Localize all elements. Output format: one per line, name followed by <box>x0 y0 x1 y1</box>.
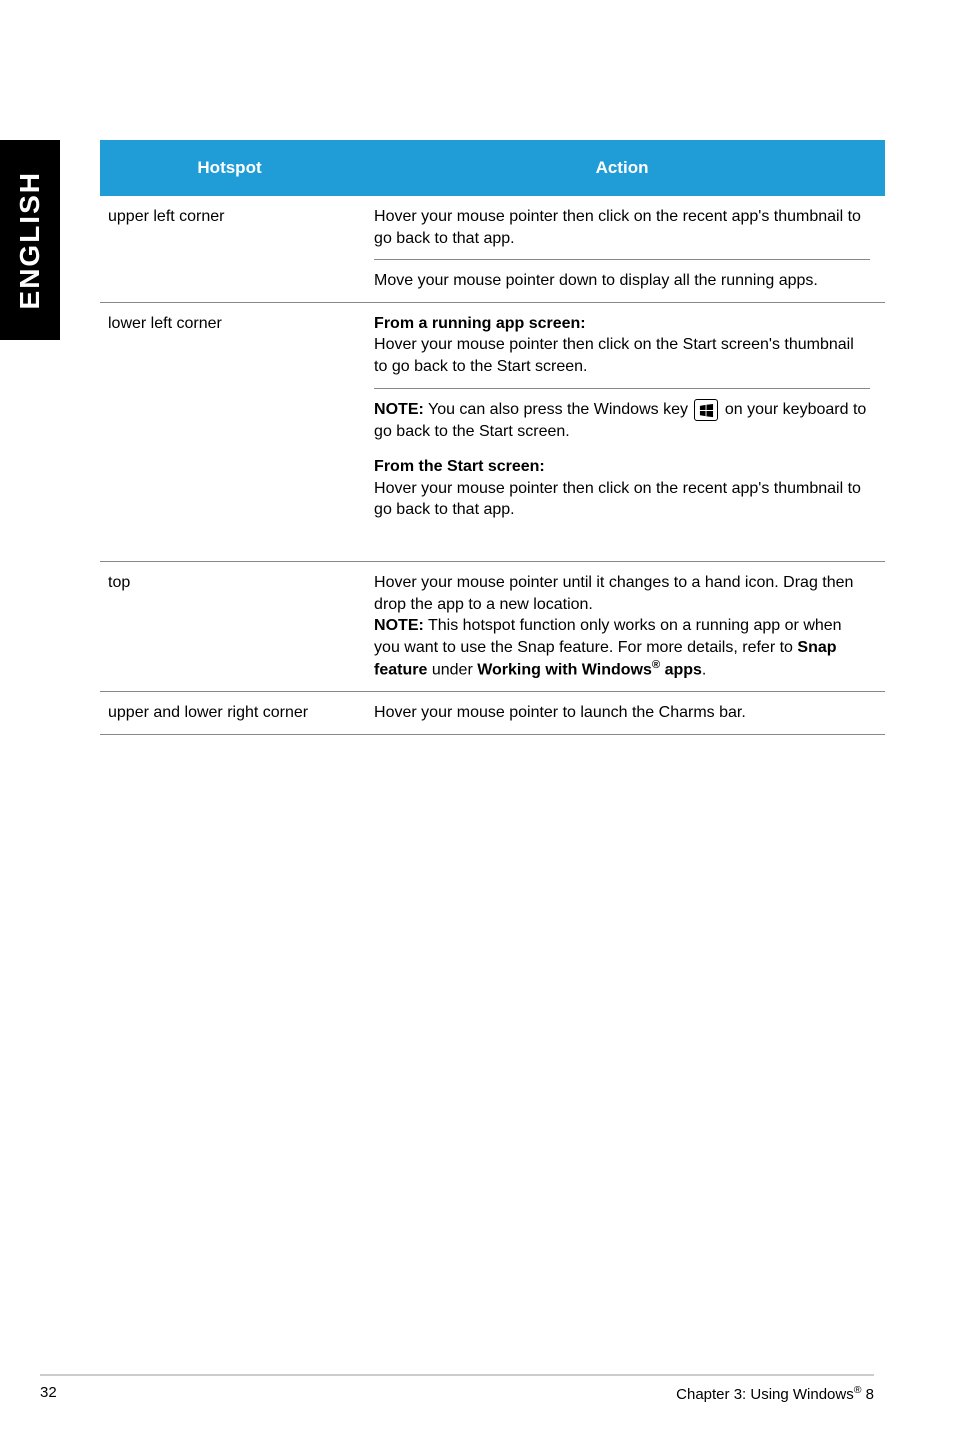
note-label: NOTE: <box>374 617 424 634</box>
action-heading: From the Start screen: <box>374 456 870 478</box>
action-upper-left: Hover your mouse pointer then click on t… <box>359 196 885 302</box>
action-text: Hover your mouse pointer then click on t… <box>374 334 870 377</box>
table-row: top Hover your mouse pointer until it ch… <box>100 561 885 691</box>
action-text: Hover your mouse pointer until it change… <box>374 572 870 615</box>
header-action: Action <box>359 140 885 196</box>
hotspot-upper-lower-right: upper and lower right corner <box>100 692 359 735</box>
action-lower-left: From a running app screen: Hover your mo… <box>359 302 885 561</box>
hotspot-upper-left: upper left corner <box>100 196 359 302</box>
chapter-label: Chapter 3: Using Windows® 8 <box>676 1384 874 1403</box>
mid-text: under <box>427 662 477 679</box>
main-content: Hotspot Action upper left corner Hover y… <box>100 140 885 735</box>
action-text: Move your mouse pointer down to display … <box>374 270 870 292</box>
table-row: upper left corner Hover your mouse point… <box>100 196 885 302</box>
action-block: From the Start screen: Hover your mouse … <box>374 456 870 551</box>
action-block: From a running app screen: Hover your mo… <box>374 313 870 389</box>
bold-text: apps <box>660 662 702 679</box>
action-text: Hover your mouse pointer then click on t… <box>374 206 870 260</box>
hotspot-table: Hotspot Action upper left corner Hover y… <box>100 140 885 735</box>
sup-text: ® <box>652 659 660 671</box>
language-label: ENGLISH <box>14 171 46 309</box>
action-upper-lower-right: Hover your mouse pointer to launch the C… <box>359 692 885 735</box>
action-top: Hover your mouse pointer until it change… <box>359 561 885 691</box>
table-row: lower left corner From a running app scr… <box>100 302 885 561</box>
page-footer: 32 Chapter 3: Using Windows® 8 <box>40 1374 874 1403</box>
action-note: NOTE: This hotspot function only works o… <box>374 615 870 681</box>
hotspot-top: top <box>100 561 359 691</box>
page-number: 32 <box>40 1384 57 1403</box>
note-label: NOTE: <box>374 401 424 418</box>
note-pre: You can also press the Windows key <box>424 401 693 418</box>
end-text: . <box>702 662 706 679</box>
header-hotspot: Hotspot <box>100 140 359 196</box>
table-row: upper and lower right corner Hover your … <box>100 692 885 735</box>
action-heading: From a running app screen: <box>374 313 870 335</box>
bold-text: Working with Windows <box>477 662 652 679</box>
action-text: Hover your mouse pointer then click on t… <box>374 478 870 521</box>
hotspot-lower-left: lower left corner <box>100 302 359 561</box>
note-text: This hotspot function only works on a ru… <box>374 617 842 656</box>
language-tab: ENGLISH <box>0 140 60 340</box>
windows-key-icon <box>694 399 718 421</box>
action-note: NOTE: You can also press the Windows key… <box>374 399 870 457</box>
